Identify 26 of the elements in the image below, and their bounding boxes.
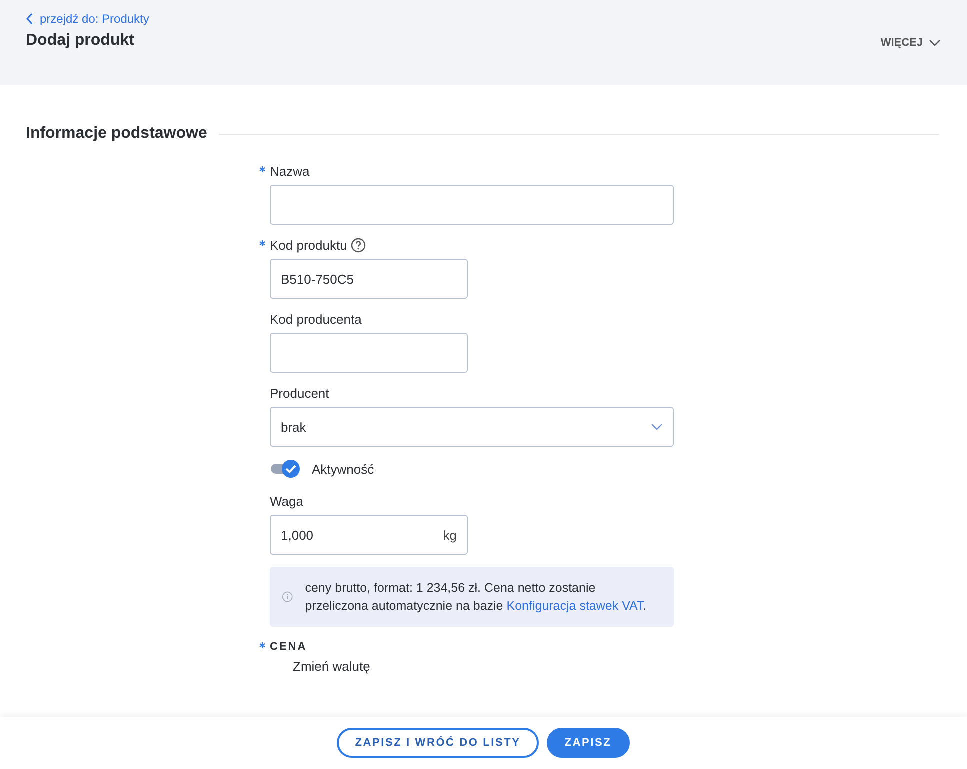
input-field[interactable] xyxy=(270,333,468,373)
field-label: Nazwa xyxy=(270,164,310,178)
toggle-label: Aktywność xyxy=(312,462,374,476)
info-text: ceny brutto, format: 1 234,56 zł. Cena netto zostanie przeliczona automatycznie na bazie Konfiguracja stawek VAT. xyxy=(305,580,648,615)
select-field[interactable]: brak xyxy=(270,407,674,447)
save-and-return-button[interactable]: ZAPISZ I WRÓĆ DO LISTY xyxy=(337,728,539,758)
field-label: Kod produktu xyxy=(270,238,348,252)
config-link[interactable]: Konfiguracja stawek VAT xyxy=(506,599,644,613)
field-label: Producent xyxy=(270,386,330,400)
more-button[interactable]: WIĘCEJ xyxy=(880,37,941,49)
unit-label: kg xyxy=(443,528,457,542)
chevron-down-icon xyxy=(929,39,941,47)
input-field[interactable] xyxy=(270,185,674,225)
page-title: Dodaj produkt xyxy=(26,32,136,50)
input-field[interactable]: B510-750C5 xyxy=(270,259,468,299)
input-field[interactable]: 1,000 kg xyxy=(270,515,468,555)
field-label: Kod producenta xyxy=(270,312,362,326)
field-label: Waga xyxy=(270,494,304,508)
section-title: Informacje podstawowe xyxy=(26,125,208,143)
change-currency-link[interactable]: Zmień walutę xyxy=(293,659,370,675)
chevron-down-icon xyxy=(651,423,663,431)
back-link[interactable]: przejdź do: Produkty xyxy=(26,12,150,26)
chevron-left-icon xyxy=(26,13,34,25)
save-button[interactable]: ZAPISZ xyxy=(546,728,630,758)
toggle-switch[interactable] xyxy=(270,459,302,479)
price-label: CENA xyxy=(270,641,308,653)
